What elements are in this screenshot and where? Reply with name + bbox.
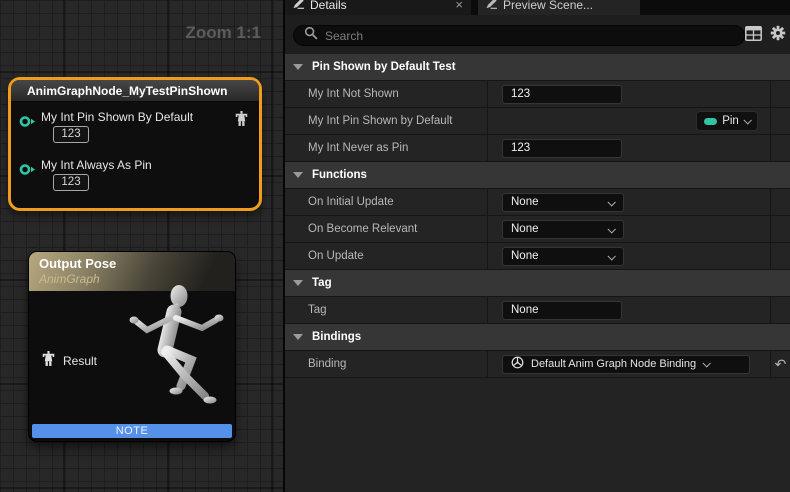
int-pin-icon[interactable] xyxy=(19,163,36,181)
details-tab-icon xyxy=(293,0,304,14)
close-tab-icon[interactable]: × xyxy=(455,0,463,11)
tab-preview-scene[interactable]: Preview Scene... xyxy=(478,0,640,15)
output-pose-node[interactable]: Output Pose AnimGraph xyxy=(28,251,236,442)
property-label: On Update xyxy=(308,250,364,262)
pin-pill-icon xyxy=(704,118,717,125)
search-icon xyxy=(304,26,318,45)
property-label: My Int Not Shown xyxy=(308,88,399,100)
chevron-down-icon xyxy=(703,359,711,367)
row-my-int-never-as-pin: My Int Never as Pin 123 xyxy=(285,135,790,162)
collapse-arrow-icon xyxy=(293,64,303,70)
search-input[interactable] xyxy=(325,29,734,43)
property-label: My Int Pin Shown by Default xyxy=(308,115,452,127)
on-become-relevant-dropdown[interactable]: None xyxy=(502,220,624,239)
zoom-level-label: Zoom 1:1 xyxy=(185,23,261,43)
chevron-down-icon xyxy=(743,116,751,124)
property-label: On Initial Update xyxy=(308,196,394,208)
details-toolbar xyxy=(285,15,790,54)
my-int-not-shown-input[interactable]: 123 xyxy=(502,85,622,104)
row-on-update: On Update None xyxy=(285,243,790,270)
property-label: Binding xyxy=(308,358,346,370)
pin-visibility-dropdown[interactable]: Pin xyxy=(696,111,758,131)
pin-label: My Int Always As Pin xyxy=(41,158,152,172)
section-tag[interactable]: Tag xyxy=(285,270,790,297)
anim-graph-test-node[interactable]: AnimGraphNode_MyTestPinShown My Int Pin … xyxy=(8,77,262,211)
property-label: Tag xyxy=(308,304,327,316)
on-update-dropdown[interactable]: None xyxy=(502,247,624,266)
chevron-down-icon xyxy=(607,252,615,260)
row-my-int-pin-shown-by-default: My Int Pin Shown by Default Pin xyxy=(285,108,790,135)
on-initial-update-dropdown[interactable]: None xyxy=(502,193,624,212)
reset-to-default-button[interactable]: ↶ xyxy=(775,357,787,371)
details-panel: Details × Preview Scene... xyxy=(283,0,790,492)
property-label: On Become Relevant xyxy=(308,223,417,235)
unreal-editor-window: Zoom 1:1 AnimGraphNode_MyTestPinShown My… xyxy=(0,0,790,492)
binding-dropdown[interactable]: Default Anim Graph Node Binding xyxy=(502,355,750,374)
section-pin-shown-by-default-test[interactable]: Pin Shown by Default Test xyxy=(285,54,790,81)
section-functions[interactable]: Functions xyxy=(285,162,790,189)
collapse-arrow-icon xyxy=(293,334,303,340)
collapse-arrow-icon xyxy=(293,280,303,286)
anim-graph-canvas[interactable]: Zoom 1:1 AnimGraphNode_MyTestPinShown My… xyxy=(0,0,285,492)
settings-gear-icon[interactable] xyxy=(770,25,786,46)
property-label: My Int Never as Pin xyxy=(308,142,408,154)
tab-details[interactable]: Details × xyxy=(285,0,471,15)
row-tag: Tag None xyxy=(285,297,790,324)
pin-value-input[interactable]: 123 xyxy=(53,126,89,143)
node-title: AnimGraphNode_MyTestPinShown xyxy=(11,80,259,102)
mannequin-image xyxy=(115,278,237,435)
panel-tab-bar: Details × Preview Scene... xyxy=(285,0,790,15)
details-property-list: Pin Shown by Default Test My Int Not Sho… xyxy=(285,54,790,378)
row-binding: Binding Default Anim Graph Node Binding xyxy=(285,351,790,378)
binding-class-icon xyxy=(511,356,524,372)
note-bar[interactable]: NOTE xyxy=(32,424,232,438)
search-box[interactable] xyxy=(293,25,745,46)
node-title: Output Pose xyxy=(39,256,225,271)
row-on-become-relevant: On Become Relevant None xyxy=(285,216,790,243)
row-my-int-not-shown: My Int Not Shown 123 xyxy=(285,81,790,108)
pin-label: My Int Pin Shown By Default xyxy=(41,110,193,124)
unpin-toggle-icon[interactable] xyxy=(235,111,248,132)
section-bindings[interactable]: Bindings xyxy=(285,324,790,351)
preview-tab-icon xyxy=(486,0,497,14)
my-int-never-as-pin-input[interactable]: 123 xyxy=(502,139,622,158)
tag-input[interactable]: None xyxy=(502,301,622,320)
chevron-down-icon xyxy=(607,198,615,206)
row-on-initial-update: On Initial Update None xyxy=(285,189,790,216)
int-pin-icon[interactable] xyxy=(19,115,36,133)
collapse-arrow-icon xyxy=(293,172,303,178)
chevron-down-icon xyxy=(607,225,615,233)
result-pin[interactable]: Result xyxy=(42,351,97,370)
pose-pin-icon xyxy=(42,351,55,370)
pin-value-input[interactable]: 123 xyxy=(53,174,89,191)
result-label: Result xyxy=(63,354,97,368)
display-options-icon[interactable] xyxy=(745,26,762,46)
